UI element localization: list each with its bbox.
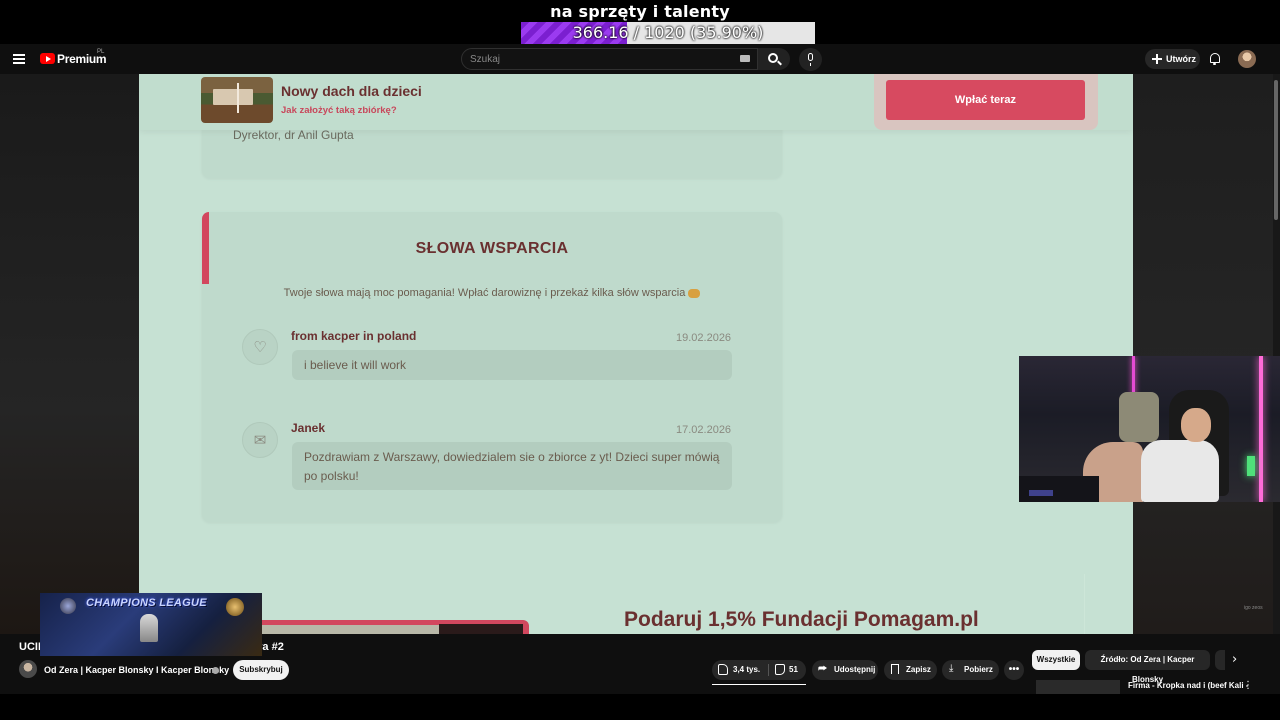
channel-avatar[interactable] [19,660,37,678]
entry-author: from kacper in poland [291,329,417,343]
chip-overflow[interactable] [1215,650,1225,670]
mail-heart-icon: ✉ [242,422,278,458]
search-input[interactable] [461,48,758,70]
mic-icon [808,53,813,66]
recommendation-title[interactable]: Firma - Kropka nad i (beef Kali - [1128,681,1248,690]
share-icon: ⮫ [818,664,828,675]
chip-source[interactable]: Źródło: Od Zera | Kacper Blonsky [1085,650,1210,684]
plus-icon [1152,54,1162,64]
person-head [1181,408,1211,442]
neon-light [1247,456,1255,476]
subscribe-button[interactable]: Subskrybuj [233,660,289,680]
dislike-button[interactable]: 51 [789,660,798,680]
promo-image [259,625,443,634]
webcam-feed [1019,356,1280,502]
heart-hand-icon: ♡ [242,329,278,365]
hearts-emoji-icon [688,288,701,298]
ball-icon [226,598,244,616]
person-body [1141,440,1219,502]
desk [1019,476,1099,502]
menu-icon[interactable] [13,54,25,64]
chip-all[interactable]: Wszystkie [1032,650,1080,670]
more-vert-icon[interactable]: ⋮ [1243,680,1253,691]
fundraiser-thumbnail [201,77,273,123]
donate-button[interactable]: Wpłać teraz [886,80,1085,120]
champions-league-text: CHAMPIONS LEAGUE [86,597,207,609]
like-button[interactable]: 3,4 tys. [733,660,760,680]
goal-progress-bar: 366.16 / 1020 (35.90%) [521,22,815,44]
thumbs-up-icon[interactable] [718,664,728,675]
download-icon: ⤓ [949,663,954,674]
ball-icon [60,598,76,614]
entry-author: Janek [291,421,326,435]
entry-date: 17.02.2026 [676,424,732,436]
avatar[interactable] [1238,50,1256,68]
entry-message: Pozdrawiam z Warszawy, dowiedzialem sie … [292,442,732,490]
director-text: Dyrektor, dr Anil Gupta [233,128,354,142]
how-to-link[interactable]: Jak założyć taką zbiórkę? [281,105,397,116]
bookmark-icon [891,664,899,674]
side-panel [1084,574,1133,634]
scrollbar-thumb[interactable] [1274,80,1278,220]
hanging-jacket [1119,392,1159,442]
keyboard-glow [1029,490,1053,496]
goal-title: na sprzęty i talenty [550,2,730,21]
fundraiser-page: Dyrektor, dr Anil Gupta Nowy dach dla dz… [139,74,1133,634]
promo-dark-block [439,624,523,634]
promo-title: Podaruj 1,5% Fundacji Pomagam.pl [624,608,979,631]
watermark: igo zeos [1244,605,1263,611]
fundraiser-title: Nowy dach dla dzieci [281,83,422,99]
search-placeholder: Szukaj [470,54,501,65]
neon-light [1259,356,1263,502]
chevron-right-icon[interactable]: › [1232,652,1237,667]
support-title: SŁOWA WSPARCIA [415,240,569,257]
like-underline [712,684,806,685]
verified-icon [212,667,219,674]
keyboard-icon[interactable] [740,55,750,62]
divider [768,664,769,676]
region-label: PL [97,49,105,55]
channel-name[interactable]: Od Zera | Kacper Blonsky I Kacper Blonsk… [44,665,229,675]
video-title-start: UCII [19,641,41,653]
bottom-strip [0,694,1280,720]
video-background-left [0,74,139,634]
support-subtitle-text: Twoje słowa mają moc pomagania! Wpłać da… [283,287,686,299]
entry-message: i believe it will work [292,350,732,380]
entry-date: 19.02.2026 [676,332,732,344]
thumbs-down-icon[interactable] [775,664,785,675]
bell-icon[interactable] [1210,53,1220,65]
video-background-right [1133,74,1280,634]
support-subtitle: Twoje słowa mają moc pomagania! Wpłać da… [202,287,782,299]
recommendation-thumbnail[interactable] [1036,680,1120,694]
youtube-header: Premium PL Szukaj Utwórz [0,44,1280,74]
search-icon [768,53,778,63]
goal-progress-text: 366.16 / 1020 (35.90%) [572,23,764,42]
trophy-icon [140,614,158,642]
more-actions-button[interactable]: ••• [1004,660,1024,680]
youtube-logo[interactable] [40,53,55,64]
